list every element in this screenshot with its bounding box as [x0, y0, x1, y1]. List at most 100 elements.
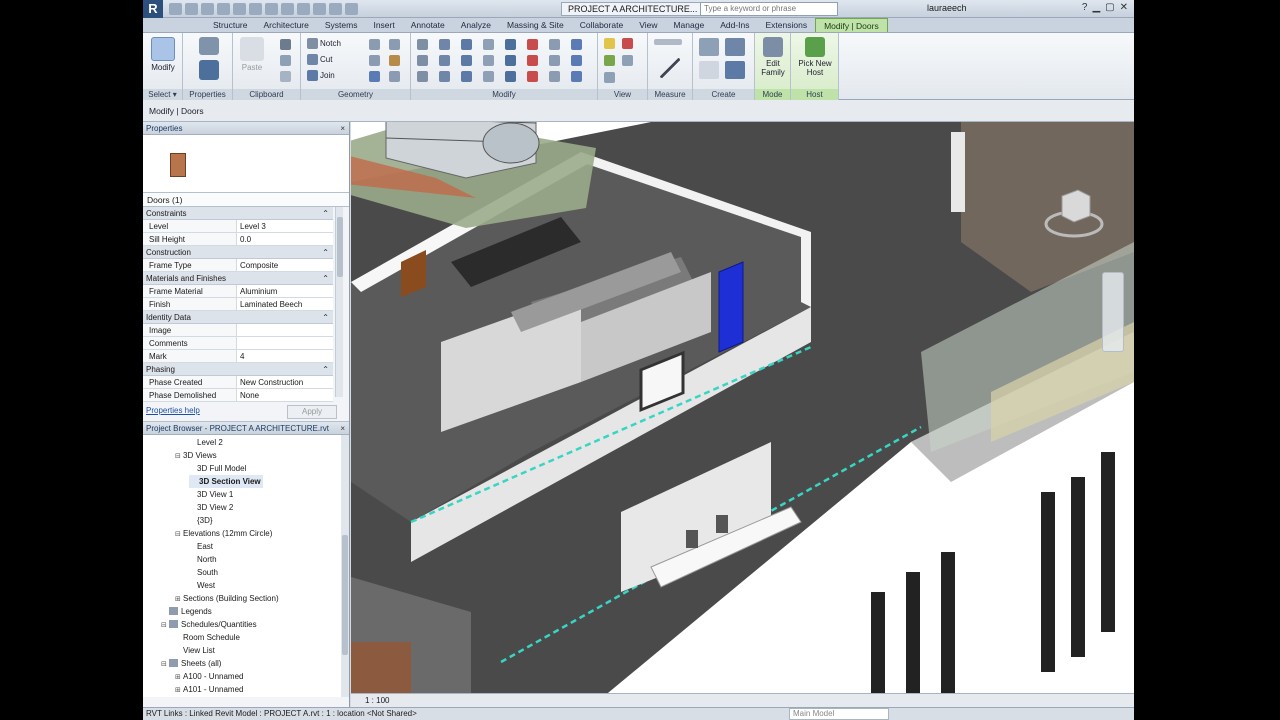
close-properties-icon[interactable]: × — [340, 122, 345, 135]
browser-item[interactable]: ⊟ Sheets (all) — [161, 657, 221, 670]
tab-analyze[interactable]: Analyze — [453, 18, 499, 32]
collapse-icon[interactable]: ⌃ — [322, 246, 329, 259]
instance-filter[interactable]: Doors (1) — [143, 193, 349, 207]
browser-item[interactable]: {3D} — [189, 514, 213, 527]
property-value[interactable]: Laminated Beech — [237, 298, 333, 310]
modify-tool-icon[interactable] — [483, 71, 494, 82]
override-icon[interactable] — [622, 38, 633, 49]
tab-architecture[interactable]: Architecture — [256, 18, 317, 32]
tab-massing-site[interactable]: Massing & Site — [499, 18, 572, 32]
modify-tool-icon[interactable] — [571, 39, 582, 50]
browser-item[interactable]: ⊟ Elevations (12mm Circle) — [175, 527, 272, 540]
browser-item[interactable]: 3D Full Model — [189, 462, 246, 475]
text-icon[interactable] — [265, 2, 278, 15]
type-selector[interactable] — [143, 135, 349, 193]
viewcube-box[interactable] — [1061, 189, 1091, 223]
browser-item[interactable]: South — [189, 566, 218, 579]
modify-tool-icon[interactable] — [439, 55, 450, 66]
property-value[interactable]: None — [237, 389, 333, 401]
property-group[interactable]: Construction ⌃ — [143, 246, 333, 259]
properties-icon[interactable] — [199, 60, 219, 80]
view-scale[interactable]: 1 : 100 — [365, 696, 389, 705]
create-parts-icon[interactable] — [699, 61, 719, 79]
linework-icon[interactable] — [604, 55, 615, 66]
browser-item[interactable]: ⊞ A100 - Unnamed — [175, 670, 243, 683]
3d-view-icon[interactable] — [281, 2, 294, 15]
help-icon[interactable]: ? — [1082, 2, 1088, 13]
edit-family-button[interactable]: Edit Family — [757, 37, 789, 77]
selected-door[interactable] — [718, 261, 744, 353]
geometry-tool-icon[interactable] — [389, 55, 400, 66]
view-tool-icon[interactable] — [604, 72, 615, 83]
undo-icon[interactable] — [201, 2, 214, 15]
browser-item[interactable]: North — [189, 553, 217, 566]
section-icon[interactable] — [297, 2, 310, 15]
3d-viewport[interactable]: 1 : 100 — [351, 122, 1134, 707]
sync-icon[interactable] — [345, 2, 358, 15]
modify-tool-icon[interactable] — [417, 71, 428, 82]
pick-new-host-button[interactable]: Pick New Host — [793, 37, 837, 77]
geometry-tool-icon[interactable] — [389, 39, 400, 50]
modify-tool-icon[interactable] — [483, 39, 494, 50]
view-tool-icon[interactable] — [622, 55, 633, 66]
property-group[interactable]: Materials and Finishes ⌃ — [143, 272, 333, 285]
collapse-icon[interactable]: ⌃ — [322, 363, 329, 376]
browser-item[interactable]: Room Schedule — [175, 631, 240, 644]
modify-tool-icon[interactable] — [439, 39, 450, 50]
ruler-icon[interactable] — [654, 39, 682, 45]
tab-collaborate[interactable]: Collaborate — [572, 18, 631, 32]
close-hidden-icon[interactable] — [329, 2, 342, 15]
collapse-icon[interactable]: ⌃ — [322, 311, 329, 324]
geometry-tool-icon[interactable] — [369, 39, 380, 50]
property-value[interactable]: 0.0 — [237, 233, 333, 245]
cut-clipboard-icon[interactable] — [280, 39, 291, 50]
scroll-thumb[interactable] — [342, 535, 348, 655]
geometry-tool-icon[interactable] — [389, 71, 400, 82]
browser-item[interactable]: Legends — [161, 605, 212, 618]
tab-view[interactable]: View — [631, 18, 665, 32]
create-assembly-icon[interactable] — [699, 38, 719, 56]
modify-tool-icon[interactable] — [417, 39, 428, 50]
tab-annotate[interactable]: Annotate — [403, 18, 453, 32]
modify-tool-icon[interactable] — [571, 71, 582, 82]
open-icon[interactable] — [169, 2, 182, 15]
create-similar-icon[interactable] — [725, 61, 745, 79]
property-value[interactable] — [237, 337, 333, 349]
properties-help-link[interactable]: Properties help — [146, 406, 200, 415]
notch-button[interactable]: Notch — [307, 38, 341, 49]
browser-item[interactable]: West — [189, 579, 215, 592]
expand-icon[interactable]: ⊟ — [161, 658, 169, 671]
close-browser-icon[interactable]: × — [340, 422, 345, 435]
browser-item[interactable]: Level 2 — [189, 436, 223, 449]
copy-icon[interactable] — [280, 55, 291, 66]
modify-tool-icon[interactable] — [549, 71, 560, 82]
modify-tool-icon[interactable] — [461, 39, 472, 50]
modify-button[interactable]: Modify — [147, 37, 179, 72]
geometry-tool-icon[interactable] — [369, 55, 380, 66]
browser-item[interactable]: 3D View 1 — [189, 488, 233, 501]
tab-systems[interactable]: Systems — [317, 18, 366, 32]
modify-tool-icon[interactable] — [439, 71, 450, 82]
collapse-icon[interactable]: ⌃ — [322, 272, 329, 285]
viewcube[interactable] — [1044, 182, 1104, 242]
expand-icon[interactable]: ⊟ — [175, 450, 183, 463]
browser-item[interactable]: 3D View 2 — [189, 501, 233, 514]
geometry-tool-icon[interactable] — [369, 71, 380, 82]
modify-tool-icon[interactable] — [461, 55, 472, 66]
modify-tool-icon[interactable] — [571, 55, 582, 66]
tab-modify-doors[interactable]: Modify | Doors — [815, 18, 888, 32]
create-group-icon[interactable] — [725, 38, 745, 56]
modify-tool-icon[interactable] — [527, 55, 538, 66]
modify-tool-icon[interactable] — [483, 55, 494, 66]
close-icon[interactable]: ✕ — [1120, 2, 1128, 13]
scroll-thumb[interactable] — [337, 217, 343, 277]
save-icon[interactable] — [185, 2, 198, 15]
modify-tool-icon[interactable] — [505, 55, 516, 66]
property-value[interactable]: New Construction — [237, 376, 333, 388]
property-group[interactable]: Phasing ⌃ — [143, 363, 333, 376]
apply-button[interactable]: Apply — [287, 405, 337, 419]
property-value[interactable]: Level 3 — [237, 220, 333, 232]
tab-add-ins[interactable]: Add-Ins — [712, 18, 757, 32]
join-button[interactable]: Join — [307, 70, 335, 81]
hide-icon[interactable] — [604, 38, 615, 49]
